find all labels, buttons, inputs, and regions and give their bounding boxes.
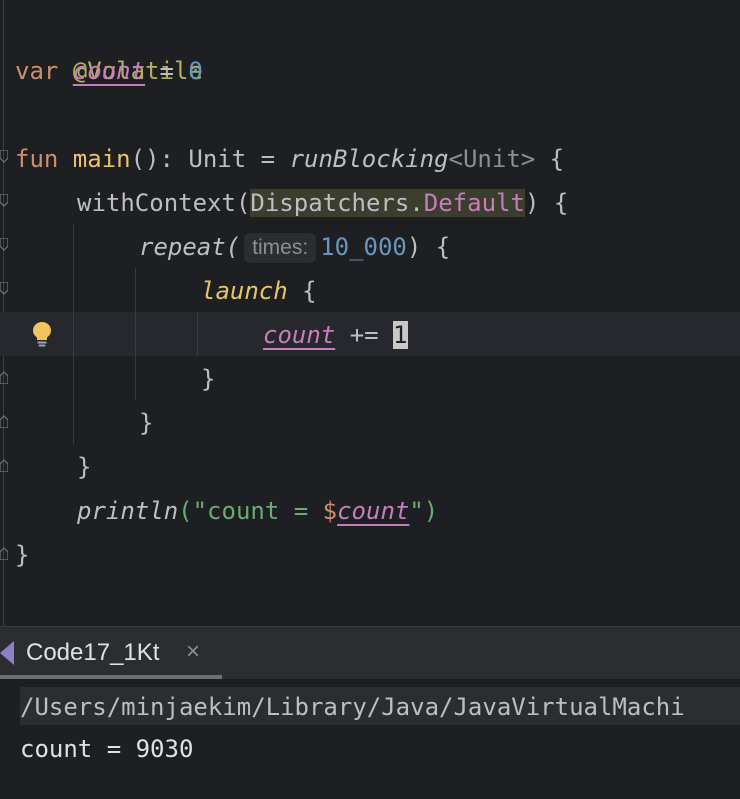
indent-guide (73, 224, 74, 444)
fold-marker-icon[interactable] (0, 150, 8, 163)
call-token: launch (201, 277, 288, 305)
console-result-text: count = 9030 (20, 735, 194, 763)
code-line-2[interactable]: var count = 0 (15, 49, 203, 93)
indent-guide (135, 268, 136, 400)
template-dollar-token: $ (322, 497, 338, 525)
fold-marker-icon[interactable] (0, 282, 8, 295)
run-tab-bar: Code17_1Kt × (0, 627, 740, 679)
call-token: println (77, 497, 179, 525)
keyword-token: var (15, 57, 59, 85)
fold-end-marker-icon[interactable] (0, 546, 8, 560)
fold-marker-icon[interactable] (0, 238, 8, 251)
console-output[interactable]: /Users/minjaekim/Library/Java/JavaVirtua… (0, 679, 740, 799)
parameter-hint: times: (244, 233, 317, 263)
code-line-12[interactable]: println("count = $count") (77, 489, 438, 533)
builder-token: runBlocking (289, 145, 449, 173)
property-token: count (72, 57, 146, 85)
lightbulb-icon[interactable] (30, 320, 54, 348)
property-token: count (263, 321, 336, 349)
function-name-token: main (58, 145, 131, 173)
code-line-7[interactable]: launch { (201, 269, 317, 313)
close-tab-icon[interactable]: × (182, 640, 204, 664)
fold-end-marker-icon[interactable] (0, 414, 8, 428)
brace-token: ) { (406, 233, 451, 261)
brace-token: { (535, 145, 565, 173)
brace-token: } (15, 541, 30, 569)
brace-token: } (201, 365, 216, 393)
code-line-1[interactable]: @Volatile (15, 5, 203, 85)
command-path-text: /Users/minjaekim/Library/Java/JavaVirtua… (20, 693, 685, 721)
fold-end-marker-icon[interactable] (0, 458, 8, 472)
indent-guide (197, 312, 198, 356)
code-line-13[interactable]: } (15, 533, 29, 577)
run-tool-window: Code17_1Kt × /Users/minjaekim/Library/Ja… (0, 626, 740, 799)
brace-token: } (139, 409, 154, 437)
console-command-line: /Users/minjaekim/Library/Java/JavaVirtua… (20, 687, 740, 725)
call-token: repeat( (139, 233, 241, 261)
code-editor[interactable]: @Volatile var count = 0 fun main(): Unit… (0, 0, 740, 626)
fold-marker-icon[interactable] (0, 194, 8, 207)
signature-token: (): Unit = (130, 145, 290, 173)
run-tab-label[interactable]: Code17_1Kt (26, 637, 159, 669)
operator-token: = (145, 57, 189, 85)
operator-token: += (335, 321, 394, 349)
code-line-4[interactable]: fun main(): Unit = runBlocking<Unit> { (15, 137, 564, 181)
code-line-9[interactable]: } (201, 357, 215, 401)
code-line-11[interactable]: } (77, 445, 91, 489)
call-token: withContext( (77, 189, 251, 217)
run-config-icon (0, 641, 16, 669)
code-line-6[interactable]: repeat(times: 10_000) { (139, 225, 450, 269)
brace-token: { (287, 277, 317, 305)
brace-token: } (77, 453, 92, 481)
dispatchers-token: Dispatchers. (250, 189, 424, 217)
property-token: count (337, 497, 410, 525)
number-token: 0 (188, 57, 203, 85)
brace-token: ) { (524, 189, 569, 217)
code-line-8[interactable]: count += 1 (263, 313, 408, 357)
generic-token: <Unit> (448, 145, 536, 173)
number-token: 10_000 (320, 233, 407, 261)
string-token: ("count = (178, 497, 323, 525)
keyword-token: fun (15, 145, 59, 173)
default-field-token: Default (423, 189, 525, 217)
string-token: ") (409, 497, 439, 525)
text-cursor: 1 (393, 321, 408, 349)
code-line-10[interactable]: } (139, 401, 153, 445)
fold-end-marker-icon[interactable] (0, 370, 8, 384)
code-line-5[interactable]: withContext(Dispatchers.Default) { (77, 181, 568, 225)
